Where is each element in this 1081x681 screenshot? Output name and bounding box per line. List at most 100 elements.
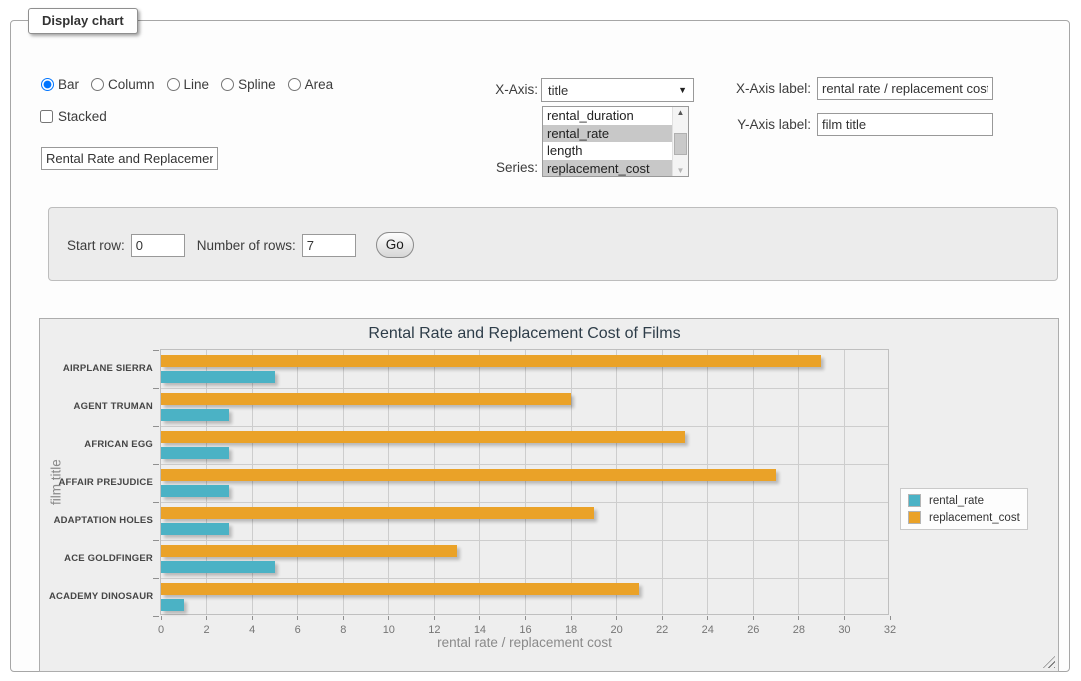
chart-type-radio-group: Bar Column Line Spline Area [41,77,339,92]
gridline-vertical [388,350,389,614]
legend-item-rental-rate: rental_rate [908,494,1020,507]
x-axis-tick [297,616,298,620]
display-chart-fieldset: Bar Column Line Spline Area Stacked [10,20,1070,672]
gridline-horizontal [161,578,888,579]
x-axis-title: rental rate / replacement cost [160,635,889,650]
rows-controls: Start row: Number of rows: Go [67,232,414,258]
legend-item-replacement-cost: replacement_cost [908,511,1020,524]
scrollbar-thumb[interactable] [674,133,687,155]
y-axis-tick [153,616,159,617]
x-axis-select[interactable]: title ▼ [541,78,694,102]
bar-rental_rate [161,447,229,459]
x-axis-tick [206,616,207,620]
bar-radio[interactable] [41,78,54,91]
gridline-vertical [662,350,663,614]
gridline-vertical [479,350,480,614]
rows-panel: Start row: Number of rows: Go [48,207,1058,281]
bar-replacement_cost [161,469,776,481]
series-multiselect[interactable]: rental_duration rental_rate length repla… [542,106,689,177]
stacked-checkbox[interactable] [40,110,53,123]
x-axis-label-input[interactable] [817,77,993,100]
chart-plot-area: 02468101214161820222426283032AIRPLANE SI… [160,349,889,615]
gridline-vertical [571,350,572,614]
chart-container: Rental Rate and Replacement Cost of Film… [39,318,1059,672]
bar-rental_rate [161,599,184,611]
series-option-replacement-cost[interactable]: replacement_cost [543,160,672,177]
column-radio[interactable] [91,78,104,91]
stacked-label: Stacked [58,109,107,124]
line-radio[interactable] [167,78,180,91]
x-axis-tick [616,616,617,620]
gridline-vertical [798,350,799,614]
gridline-vertical [434,350,435,614]
y-axis-tick [153,578,159,579]
bar-replacement_cost [161,431,685,443]
chart-title: Rental Rate and Replacement Cost of Film… [160,325,889,343]
x-axis-tick [707,616,708,620]
replacement-cost-swatch-icon [908,511,921,524]
spline-radio[interactable] [221,78,234,91]
series-option-rental-duration[interactable]: rental_duration [543,107,672,125]
chart-type-column[interactable]: Column [91,77,155,92]
bar-rental_rate [161,561,275,573]
bar-rental_rate [161,409,229,421]
column-radio-label: Column [108,77,155,92]
bar-rental_rate [161,523,229,535]
bar-rental_rate [161,485,229,497]
area-radio[interactable] [288,78,301,91]
start-row-input[interactable] [131,234,185,257]
x-axis-tick [525,616,526,620]
x-axis-tick [890,616,891,620]
series-option-rental-rate[interactable]: rental_rate [543,125,672,143]
x-axis-selected-value: title [548,83,678,98]
y-axis-tick [153,426,159,427]
gridline-vertical [297,350,298,614]
y-axis-title: film title [46,349,66,615]
legend-label: replacement_cost [929,512,1020,524]
gridline-horizontal [161,388,888,389]
x-axis-tick [798,616,799,620]
y-axis-label-label: Y-Axis label: [701,117,811,132]
chart-type-line[interactable]: Line [167,77,210,92]
x-axis-tick [753,616,754,620]
fieldset-legend: Display chart [28,8,138,34]
gridline-vertical [343,350,344,614]
scroll-down-icon[interactable]: ▼ [673,166,688,175]
bar-radio-label: Bar [58,77,79,92]
start-row-label: Start row: [67,238,125,253]
num-rows-input[interactable] [302,234,356,257]
y-axis-tick [153,350,159,351]
x-axis-tick [434,616,435,620]
x-axis-tick [479,616,480,620]
x-axis-tick [161,616,162,620]
series-option-length[interactable]: length [543,142,672,160]
bar-replacement_cost [161,545,457,557]
gridline-vertical [525,350,526,614]
gridline-horizontal [161,426,888,427]
bar-rental_rate [161,371,275,383]
scroll-up-icon[interactable]: ▲ [673,108,688,117]
chart-type-area[interactable]: Area [288,77,334,92]
resize-handle-icon[interactable] [1043,656,1055,668]
go-button[interactable]: Go [376,232,414,258]
gridline-horizontal [161,502,888,503]
x-axis-tick [844,616,845,620]
x-axis-tick [571,616,572,620]
y-axis-tick [153,464,159,465]
series-scrollbar[interactable]: ▲ ▼ [672,107,688,176]
gridline-vertical [252,350,253,614]
x-axis-tick [343,616,344,620]
y-axis-label-input[interactable] [817,113,993,136]
chevron-down-icon: ▼ [678,85,687,95]
gridline-vertical [707,350,708,614]
chart-type-bar[interactable]: Bar [41,77,79,92]
x-axis-label-label: X-Axis label: [701,81,811,96]
area-radio-label: Area [305,77,334,92]
bar-replacement_cost [161,355,821,367]
stacked-option[interactable]: Stacked [40,109,107,124]
x-axis-tick [252,616,253,620]
chart-type-spline[interactable]: Spline [221,77,276,92]
gridline-vertical [616,350,617,614]
page: Bar Column Line Spline Area Stacked [0,0,1081,681]
chart-title-input[interactable] [41,147,218,170]
